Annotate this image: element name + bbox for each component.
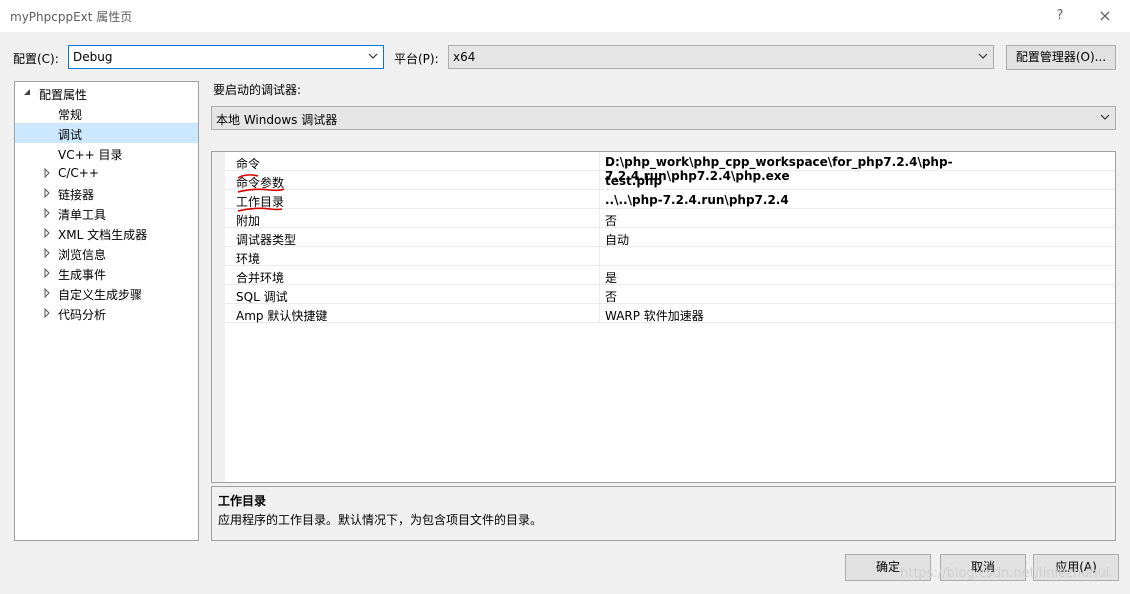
tree-item-label: 清单工具 <box>58 208 107 222</box>
description-title: 工作目录 <box>218 494 267 508</box>
property-row[interactable]: Amp 默认快捷键 WARP 软件加速器 <box>225 304 1115 323</box>
tree-item-label: C/C++ <box>58 166 99 180</box>
watermark-text: https://blog.csdn.net/linlezhuhui <box>900 566 1110 581</box>
debugger-label: 要启动的调试器: <box>213 83 302 97</box>
property-value[interactable]: ..\..\php-7.2.4.run\php7.2.4 <box>605 193 789 207</box>
tree-item-label: 浏览信息 <box>58 248 107 262</box>
tree-item[interactable]: VC++ 目录 <box>15 143 198 163</box>
property-row[interactable]: SQL 调试 否 <box>225 285 1115 304</box>
expand-triangle-icon[interactable] <box>43 308 51 318</box>
property-value[interactable]: 否 <box>605 288 617 305</box>
tree-item-label: VC++ 目录 <box>58 148 123 162</box>
property-name: 合并环境 <box>236 271 285 285</box>
tree-root-label: 配置属性 <box>39 88 88 102</box>
property-row[interactable]: 附加否 <box>225 209 1115 228</box>
column-divider <box>599 209 600 228</box>
property-row[interactable]: 环境 <box>225 247 1115 266</box>
tree-item-label: 代码分析 <box>58 308 107 322</box>
expand-triangle-icon[interactable] <box>43 228 51 238</box>
expand-triangle-icon[interactable] <box>43 288 51 298</box>
tree-item[interactable]: 代码分析 <box>15 303 198 323</box>
expand-triangle-icon[interactable] <box>43 188 51 198</box>
property-value[interactable]: 是 <box>605 269 617 286</box>
column-divider <box>599 228 600 247</box>
property-value[interactable]: test.php <box>605 174 662 188</box>
tree-item[interactable]: XML 文档生成器 <box>15 223 198 243</box>
property-value[interactable]: 自动 <box>605 231 629 248</box>
tree-item-label: XML 文档生成器 <box>58 228 148 242</box>
config-value: Debug <box>73 50 113 64</box>
tree-item-label: 常规 <box>58 108 83 122</box>
tree-item-label: 调试 <box>58 128 83 142</box>
platform-label: 平台(P): <box>394 52 439 66</box>
tree-item[interactable]: 链接器 <box>15 183 198 203</box>
column-divider <box>599 190 600 209</box>
window-title: myPhpcppExt 属性页 <box>10 10 133 24</box>
debugger-dropdown[interactable]: 本地 Windows 调试器 <box>211 106 1116 130</box>
expand-triangle-icon[interactable] <box>43 268 51 278</box>
tree-root-config-properties[interactable]: 配置属性 <box>15 83 198 103</box>
property-tree: 配置属性 常规调试 VC++ 目录 C/C++ 链接器清单工具 XML 文档生成器 浏览信… <box>14 81 199 541</box>
column-divider <box>599 285 600 304</box>
title-bar: myPhpcppExt 属性页 ? × <box>0 0 1130 32</box>
config-manager-button[interactable]: 配置管理器(O)... <box>1006 45 1116 70</box>
config-dropdown[interactable]: Debug <box>68 45 384 69</box>
platform-value: x64 <box>453 50 476 64</box>
tree-item[interactable]: 清单工具 <box>15 203 198 223</box>
tree-item[interactable]: 调试 <box>15 123 198 143</box>
debugger-value: 本地 Windows 调试器 <box>216 113 338 127</box>
chevron-down-icon <box>1100 114 1110 120</box>
column-divider <box>599 171 600 190</box>
platform-dropdown[interactable]: x64 <box>448 45 994 69</box>
expand-triangle-icon[interactable] <box>43 248 51 258</box>
expand-triangle-icon[interactable] <box>43 208 51 218</box>
tree-item-label: 链接器 <box>58 188 95 202</box>
column-divider <box>599 266 600 285</box>
tree-item[interactable]: 浏览信息 <box>15 243 198 263</box>
property-value[interactable]: WARP 软件加速器 <box>605 307 704 324</box>
property-row[interactable]: 调试器类型 自动 <box>225 228 1115 247</box>
help-button[interactable]: ? <box>1049 5 1071 27</box>
tree-item-label: 自定义生成步骤 <box>58 288 143 302</box>
property-name: 环境 <box>236 252 261 266</box>
property-name: Amp 默认快捷键 <box>236 309 328 323</box>
property-value[interactable]: 否 <box>605 212 617 229</box>
red-annotation-marks <box>237 174 285 212</box>
config-label: 配置(C): <box>13 52 59 66</box>
tree-item-label: 生成事件 <box>58 268 107 282</box>
property-name: 调试器类型 <box>236 233 297 247</box>
property-name: SQL 调试 <box>236 290 288 304</box>
chevron-down-icon <box>368 53 378 59</box>
description-text: 应用程序的工作目录。默认情况下，为包含项目文件的目录。 <box>218 513 543 527</box>
column-divider <box>599 152 600 171</box>
tree-item[interactable]: 自定义生成步骤 <box>15 283 198 303</box>
expand-triangle-icon[interactable] <box>43 168 51 178</box>
property-row[interactable]: 命令 D:\php_work\php_cpp_workspace\for_php7… <box>225 152 1115 183</box>
property-row[interactable]: 命令参数 test.php <box>225 171 1115 190</box>
property-grid: 命令 D:\php_work\php_cpp_workspace\for_php7… <box>211 151 1116 483</box>
property-row[interactable]: 工作目录 ..\..\php-7.2.4.run\php7.2.4 <box>225 190 1115 209</box>
close-button[interactable]: × <box>1094 5 1116 27</box>
tree-item[interactable]: 常规 <box>15 103 198 123</box>
column-divider <box>599 304 600 323</box>
chevron-down-icon <box>978 53 988 59</box>
tree-item[interactable]: C/C++ <box>15 163 198 183</box>
property-row[interactable]: 合并环境 是 <box>225 266 1115 285</box>
tree-item[interactable]: 生成事件 <box>15 263 198 283</box>
collapse-triangle-icon[interactable] <box>23 88 31 98</box>
column-divider <box>599 247 600 266</box>
description-panel: 工作目录 应用程序的工作目录。默认情况下，为包含项目文件的目录。 <box>211 486 1116 541</box>
